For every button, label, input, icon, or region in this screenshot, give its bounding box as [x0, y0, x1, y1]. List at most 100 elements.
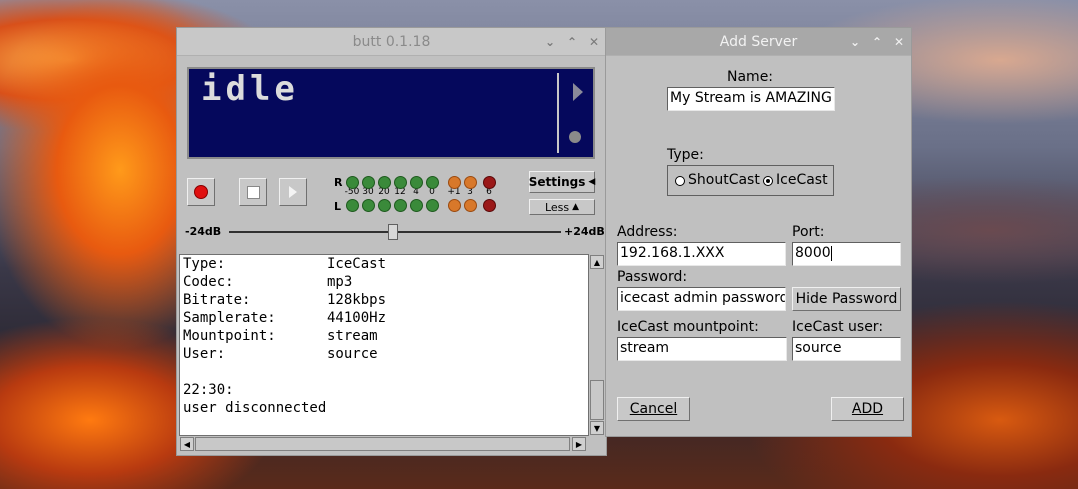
vu-led-right: [448, 176, 461, 189]
scroll-right-icon[interactable]: ▶: [572, 437, 586, 451]
icecast-radio[interactable]: [763, 176, 773, 186]
scroll-down-icon[interactable]: ▼: [590, 421, 604, 435]
type-label: Type:: [667, 147, 704, 163]
stop-button[interactable]: [239, 178, 267, 206]
info-value: mp3: [327, 274, 353, 290]
vu-led-left: [378, 199, 391, 212]
close-icon[interactable]: ✕: [586, 34, 602, 50]
add-server-title: Add Server: [719, 33, 798, 50]
less-button[interactable]: Less ▲: [529, 199, 595, 215]
minimize-icon[interactable]: ⌄: [542, 34, 558, 50]
display-record-indicator-icon: [569, 131, 581, 143]
info-value: source: [327, 346, 378, 362]
port-field[interactable]: 8000: [792, 242, 901, 266]
user-label: IceCast user:: [792, 319, 884, 335]
status-display-text: idle: [201, 69, 299, 109]
server-type-group: ShoutCast IceCast: [667, 165, 834, 196]
info-value: IceCast: [327, 256, 387, 272]
vu-led-left: [426, 199, 439, 212]
vu-led-right: [346, 176, 359, 189]
scroll-up-icon[interactable]: ▲: [590, 255, 604, 269]
horizontal-scroll-thumb[interactable]: [195, 437, 570, 451]
butt-window: butt 0.1.18 ⌄ ⌃ ✕ idle R L -50 30 20 12 4 0 +1…: [176, 27, 607, 456]
info-horizontal-scrollbar[interactable]: ◀ ▶: [179, 436, 589, 452]
triangle-up-icon: ▲: [572, 202, 580, 212]
port-label: Port:: [792, 224, 825, 240]
settings-button[interactable]: Settings ◀: [529, 171, 595, 193]
record-icon: [194, 185, 208, 199]
info-row-user: User: source: [183, 346, 378, 362]
vu-led-left: [464, 199, 477, 212]
close-icon[interactable]: ✕: [891, 34, 907, 50]
info-value: stream: [327, 328, 378, 344]
gain-slider-thumb[interactable]: [388, 224, 398, 240]
info-row-type: Type: IceCast: [183, 256, 386, 272]
info-row-mountpoint: Mountpoint: stream: [183, 328, 378, 344]
display-separator: [557, 73, 559, 153]
vu-led-right: [394, 176, 407, 189]
less-button-label: Less: [544, 200, 570, 214]
password-field[interactable]: icecast admin password: [617, 287, 786, 311]
info-row-samplerate: Samplerate: 44100Hz: [183, 310, 386, 326]
minimize-icon[interactable]: ⌄: [847, 34, 863, 50]
shoutcast-radio-label[interactable]: ShoutCast: [688, 172, 760, 188]
scroll-left-icon[interactable]: ◀: [180, 437, 194, 451]
address-field[interactable]: 192.168.1.XXX: [617, 242, 786, 266]
vu-led-right: [483, 176, 496, 189]
vu-led-left: [346, 199, 359, 212]
vu-led-left: [483, 199, 496, 212]
vu-led-right: [464, 176, 477, 189]
cancel-button[interactable]: Cancel: [617, 397, 690, 421]
vu-led-left: [410, 199, 423, 212]
info-value: 128kbps: [327, 292, 387, 308]
vu-led-left: [448, 199, 461, 212]
add-server-dialog: Add Server ⌄ ⌃ ✕ Name: My Stream is AMAZ…: [605, 27, 912, 437]
info-key: Bitrate:: [183, 292, 251, 308]
vu-led-right: [426, 176, 439, 189]
butt-titlebar[interactable]: butt 0.1.18 ⌄ ⌃ ✕: [177, 28, 606, 56]
info-key: Mountpoint:: [183, 328, 276, 344]
vu-left-label: L: [334, 200, 342, 213]
vertical-scroll-thumb[interactable]: [590, 380, 604, 420]
log-time: 22:30:: [183, 382, 234, 398]
text-cursor: [830, 245, 832, 261]
add-server-titlebar[interactable]: Add Server ⌄ ⌃ ✕: [606, 28, 911, 56]
info-value: 44100Hz: [327, 310, 387, 326]
user-field[interactable]: source: [792, 337, 901, 361]
record-button[interactable]: [187, 178, 215, 206]
settings-button-label: Settings: [528, 175, 586, 189]
name-field[interactable]: My Stream is AMAZING: [667, 87, 835, 111]
cancel-button-label: Cancel: [629, 401, 678, 417]
stop-icon: [246, 185, 260, 199]
maximize-icon[interactable]: ⌃: [869, 34, 885, 50]
info-key: User:: [183, 346, 226, 362]
password-label: Password:: [617, 269, 688, 285]
info-key: Samplerate:: [183, 310, 276, 326]
info-key: Codec:: [183, 274, 234, 290]
maximize-icon[interactable]: ⌃: [564, 34, 580, 50]
vu-led-right: [378, 176, 391, 189]
display-arrow-icon[interactable]: [573, 83, 583, 101]
gain-max-label: +24dB: [564, 225, 605, 238]
gain-min-label: -24dB: [185, 225, 222, 238]
address-label: Address:: [617, 224, 678, 240]
mountpoint-label: IceCast mountpoint:: [617, 319, 759, 335]
add-button-label: ADD: [851, 401, 884, 417]
info-row-bitrate: Bitrate: 128kbps: [183, 292, 386, 308]
status-display: idle: [187, 67, 595, 159]
add-button[interactable]: ADD: [831, 397, 904, 421]
butt-window-title: butt 0.1.18: [352, 33, 431, 50]
vu-led-right: [410, 176, 423, 189]
icecast-radio-label[interactable]: IceCast: [776, 172, 828, 188]
mountpoint-field[interactable]: stream: [617, 337, 787, 361]
triangle-left-icon: ◀: [588, 177, 596, 187]
hide-password-button[interactable]: Hide Password: [792, 287, 901, 311]
port-value: 8000: [795, 245, 831, 261]
info-panel: Type: IceCast Codec: mp3 Bitrate: 128kbps S…: [179, 254, 589, 436]
vu-led-right: [362, 176, 375, 189]
info-row-codec: Codec: mp3: [183, 274, 352, 290]
info-vertical-scrollbar[interactable]: ▲ ▼: [589, 254, 605, 436]
vu-led-left: [394, 199, 407, 212]
shoutcast-radio[interactable]: [675, 176, 685, 186]
play-button[interactable]: [279, 178, 307, 206]
